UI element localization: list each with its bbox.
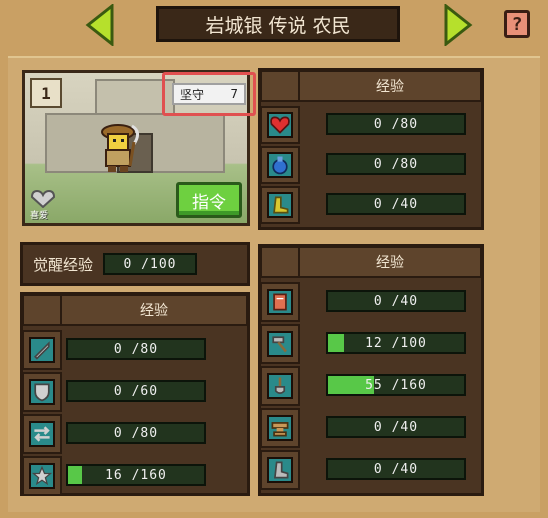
combat-header: 经验 (60, 294, 248, 326)
combat-exp-value: 16 /160 (105, 467, 167, 483)
stat-exp-bar: 0 /80 (326, 113, 466, 135)
combat-exp-value: 0 /80 (113, 425, 159, 441)
awaken-label: 觉醒经验 (33, 255, 94, 274)
skill-exp-bar-fill (328, 334, 345, 352)
arrows-icon[interactable] (29, 421, 55, 447)
page-title: 岩城银 传说 农民 (156, 6, 400, 42)
command-button[interactable]: 指令 (176, 182, 242, 218)
skill-icon-cell (260, 282, 300, 322)
star-icon[interactable] (29, 463, 55, 489)
stats-header-corner (260, 70, 300, 102)
hammer-icon[interactable] (267, 331, 293, 357)
stat-exp-bar: 0 /40 (326, 193, 466, 215)
skill-exp-value: 55 /160 (365, 377, 427, 393)
shovel-icon[interactable] (267, 373, 293, 399)
combat-exp-value: 0 /80 (113, 341, 159, 357)
skill-exp-bar: 55 /160 (326, 374, 466, 396)
trait-value: 7 (230, 87, 238, 101)
stat-exp-value: 0 /80 (373, 156, 419, 172)
stat-icon-cell (260, 146, 300, 184)
heart-outline-icon (30, 189, 56, 209)
stat-exp-bar: 0 /80 (326, 153, 466, 175)
help-button[interactable]: ? (504, 10, 530, 38)
skill-exp-bar: 0 /40 (326, 290, 466, 312)
skill-icon-cell (260, 366, 300, 406)
book-icon[interactable] (267, 289, 293, 315)
stat-exp-value: 0 /40 (373, 196, 419, 212)
skills-header-corner (260, 246, 300, 278)
combat-exp-bar-fill (68, 466, 82, 484)
farmer-sprite-icon (101, 124, 139, 172)
skill-icon-cell (260, 408, 300, 448)
trait-name: 坚守 (180, 87, 205, 102)
stats-header: 经验 (298, 70, 482, 102)
stat-icon-cell (260, 106, 300, 144)
sword-icon[interactable] (29, 337, 55, 363)
skill-exp-value: 12 /100 (365, 335, 427, 351)
arrow-left-icon (85, 2, 114, 48)
stat-icon-cell (260, 186, 300, 224)
boot-metal-icon[interactable] (267, 457, 293, 483)
combat-icon-cell (22, 330, 62, 370)
trait-highlight[interactable]: 坚守 7 (162, 72, 256, 116)
skill-icon-cell (260, 324, 300, 364)
farmer-character[interactable] (98, 122, 142, 174)
combat-icon-cell (22, 372, 62, 412)
skill-exp-bar: 0 /40 (326, 416, 466, 438)
shield-icon[interactable] (29, 379, 55, 405)
combat-exp-value: 0 /60 (113, 383, 159, 399)
skill-exp-value: 0 /40 (373, 419, 419, 435)
anvil-icon[interactable] (267, 415, 293, 441)
stat-exp-value: 0 /80 (373, 116, 419, 132)
awaken-value: 0 /100 (123, 256, 177, 272)
combat-exp-bar: 0 /60 (66, 380, 206, 402)
skill-exp-bar: 12 /100 (326, 332, 466, 354)
skill-exp-bar: 0 /40 (326, 458, 466, 480)
combat-icon-cell (22, 414, 62, 454)
skills-header: 经验 (298, 246, 482, 278)
arrow-right-icon (444, 2, 473, 48)
skill-icon-cell (260, 450, 300, 490)
prev-arrow-button[interactable] (84, 2, 116, 48)
potion-icon[interactable] (267, 152, 293, 178)
rank-badge: 1 (30, 78, 62, 108)
skill-exp-value: 0 /40 (373, 461, 419, 477)
next-arrow-button[interactable] (442, 2, 474, 48)
heart-icon[interactable] (267, 112, 293, 138)
combat-header-corner (22, 294, 62, 326)
help-icon: ? (511, 13, 523, 35)
trait-tag: 坚守 7 (172, 83, 246, 105)
awaken-bar: 0 /100 (103, 253, 198, 275)
combat-icon-cell (22, 456, 62, 496)
awaken-panel: 觉醒经验 0 /100 (20, 242, 250, 286)
combat-exp-bar: 16 /160 (66, 464, 206, 486)
boot-icon[interactable] (267, 192, 293, 218)
combat-exp-bar: 0 /80 (66, 338, 206, 360)
skill-exp-value: 0 /40 (373, 293, 419, 309)
like-label: 喜爱 (30, 211, 49, 221)
like-heart-button[interactable] (30, 189, 56, 209)
combat-exp-bar: 0 /80 (66, 422, 206, 444)
